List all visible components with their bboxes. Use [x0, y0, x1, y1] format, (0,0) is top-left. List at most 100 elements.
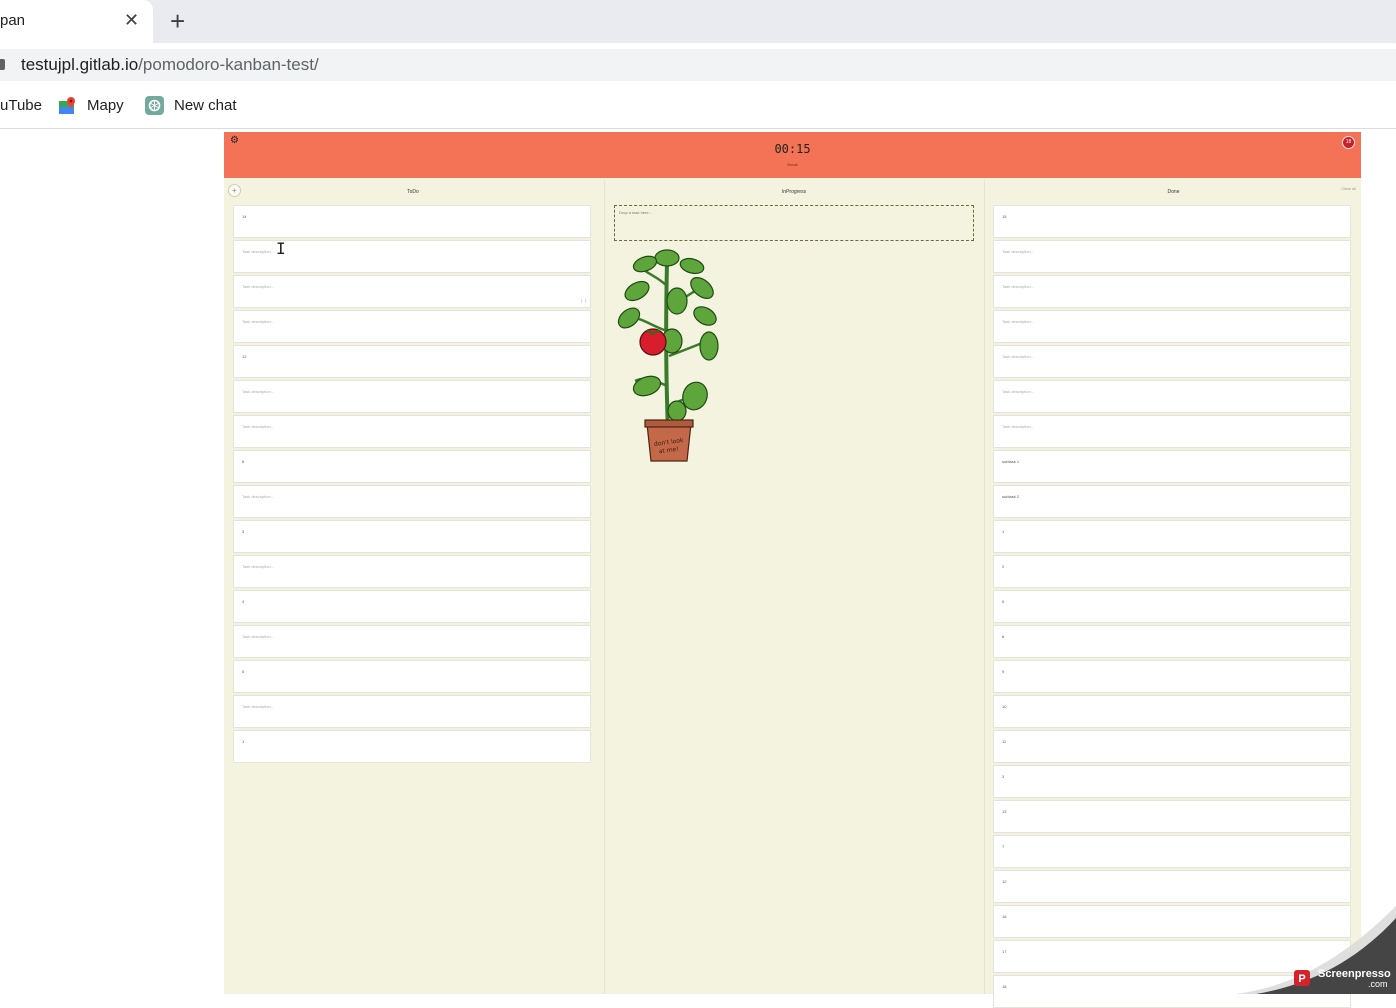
task-card[interactable]: Task description...	[233, 415, 591, 448]
bookmark-mapy[interactable]: Mapy	[87, 97, 124, 114]
task-card-text[interactable]: 4	[242, 599, 244, 604]
task-card[interactable]: Task description...	[233, 485, 591, 518]
bookmarks-bar: uTube Mapy New chat	[0, 84, 1396, 129]
task-card[interactable]: 8	[993, 625, 1351, 658]
task-card-text[interactable]: 11	[1002, 739, 1006, 744]
lock-icon[interactable]	[0, 59, 5, 70]
task-card-text[interactable]: Task description...	[242, 424, 274, 429]
bookmark-new-chat[interactable]: New chat	[174, 97, 237, 114]
task-card-text[interactable]: 6	[242, 459, 244, 464]
task-card[interactable]: Task description...	[993, 415, 1351, 448]
browser-tab-bar: pan ✕ +	[0, 0, 1396, 43]
timer-phase: Break	[787, 162, 798, 167]
task-card-text[interactable]: Task description...	[242, 389, 274, 394]
task-card[interactable]: 5	[993, 590, 1351, 623]
task-card-text[interactable]: Task description...	[242, 284, 274, 289]
task-card-text[interactable]: subtask 1	[1002, 459, 1019, 464]
task-card[interactable]: Task description...	[993, 345, 1351, 378]
task-card[interactable]: 12	[233, 345, 591, 378]
task-card[interactable]: 14	[233, 205, 591, 238]
task-card[interactable]: 6	[233, 450, 591, 483]
task-card-text[interactable]: 8	[1002, 634, 1004, 639]
resize-handle-icon[interactable]	[581, 299, 586, 303]
close-tab-icon[interactable]: ✕	[124, 10, 139, 30]
task-card-text[interactable]: Task description...	[1002, 389, 1034, 394]
task-card-text[interactable]: Task description...	[1002, 354, 1034, 359]
task-card-text[interactable]: 18	[1002, 984, 1006, 989]
task-card[interactable]: 7	[993, 835, 1351, 868]
task-dropzone[interactable]: Drop a task here...	[614, 205, 974, 241]
task-card-text[interactable]: subtask 2	[1002, 494, 1019, 499]
task-card-text[interactable]: 10	[1002, 704, 1006, 709]
task-card[interactable]: Task description...	[993, 240, 1351, 273]
task-card-text[interactable]: 7	[1002, 844, 1004, 849]
task-card-text[interactable]: Task description...	[1002, 424, 1034, 429]
task-card[interactable]: Task description...	[993, 380, 1351, 413]
task-card-text[interactable]: Task description...	[1002, 249, 1034, 254]
task-card[interactable]: 1	[993, 520, 1351, 553]
task-card-text[interactable]: Task description...	[242, 704, 274, 709]
task-card[interactable]: 3	[993, 765, 1351, 798]
task-card[interactable]: 3	[233, 520, 591, 553]
task-card[interactable]: Task description...	[233, 380, 591, 413]
task-card-text[interactable]: Task description...	[242, 634, 274, 639]
timer-header: ⚙ 00:15 Break 18	[224, 132, 1361, 178]
task-card-text[interactable]: Task description...	[242, 564, 274, 569]
task-card[interactable]: subtask 1	[993, 450, 1351, 483]
url-field[interactable]: testujpl.gitlab.io/pomodoro-kanban-test/	[0, 49, 1396, 81]
new-tab-icon[interactable]: +	[170, 6, 185, 36]
task-card[interactable]: Task description...	[233, 695, 591, 728]
task-card[interactable]: Task description...	[233, 275, 591, 308]
task-card-text[interactable]: 13	[1002, 809, 1006, 814]
bookmark-youtube[interactable]: uTube	[0, 97, 42, 114]
task-card-text[interactable]: 5	[242, 669, 244, 674]
task-card[interactable]: Task description...	[233, 310, 591, 343]
task-card[interactable]: Task description...	[233, 240, 591, 273]
column-todo: + ToDo 14 Task description... Task descrip…	[224, 180, 602, 994]
task-card[interactable]: 2	[993, 555, 1351, 588]
task-card-text[interactable]: 1	[1002, 529, 1004, 534]
task-card[interactable]: Task description...	[993, 310, 1351, 343]
svg-text:P: P	[1298, 973, 1305, 985]
task-card[interactable]: 10	[993, 695, 1351, 728]
task-card-text[interactable]: 12	[242, 354, 246, 359]
task-card[interactable]: subtask 2	[993, 485, 1351, 518]
maps-icon	[59, 97, 75, 114]
task-card-text[interactable]: Task description...	[1002, 284, 1034, 289]
task-card[interactable]: 13	[993, 800, 1351, 833]
url-text[interactable]: testujpl.gitlab.io/pomodoro-kanban-test/	[21, 55, 319, 75]
task-card[interactable]: 9	[993, 660, 1351, 693]
task-card-text[interactable]: 2	[1002, 564, 1004, 569]
task-card[interactable]: Task description...	[233, 625, 591, 658]
clear-all-button[interactable]: Clear all	[1341, 186, 1356, 191]
task-card[interactable]: 4	[233, 590, 591, 623]
task-card-text[interactable]: Task description...	[242, 319, 274, 324]
timer-display: 00:15	[774, 142, 811, 156]
task-card-text[interactable]: 3	[242, 529, 244, 534]
task-card-text[interactable]: Task description...	[242, 494, 274, 499]
text-cursor-icon: I	[276, 239, 286, 258]
task-card-text[interactable]: 15	[1002, 214, 1006, 219]
task-card[interactable]: 15	[993, 205, 1351, 238]
task-card-text[interactable]: 1	[242, 739, 244, 744]
task-card-text[interactable]: 9	[1002, 669, 1004, 674]
task-card-text[interactable]: 12	[1002, 879, 1006, 884]
task-card[interactable]: 5	[233, 660, 591, 693]
task-card[interactable]: 11	[993, 730, 1351, 763]
task-card-text[interactable]: 17	[1002, 949, 1006, 954]
task-card[interactable]: 1	[233, 730, 591, 763]
task-card-text[interactable]: 14	[242, 214, 246, 219]
task-card-text[interactable]: 5	[1002, 599, 1004, 604]
tomato-counter-icon[interactable]: 18	[1342, 136, 1355, 149]
svg-text:.com: .com	[1368, 979, 1388, 989]
task-card-text[interactable]: Task description...	[242, 249, 274, 254]
task-card[interactable]: Task description...	[233, 555, 591, 588]
task-card-text[interactable]: 16	[1002, 914, 1006, 919]
browser-tab[interactable]: pan ✕	[0, 0, 153, 43]
task-card[interactable]: Task description...	[993, 275, 1351, 308]
task-card[interactable]: 12	[993, 870, 1351, 903]
pomodoro-kanban-app: ⚙ 00:15 Break 18 + ToDo 14 Task descripti…	[224, 132, 1361, 1008]
task-card-text[interactable]: 3	[1002, 774, 1004, 779]
column-inprogress: InProgress Drop a task here... don't loo…	[604, 180, 983, 994]
task-card-text[interactable]: Task description...	[1002, 319, 1034, 324]
